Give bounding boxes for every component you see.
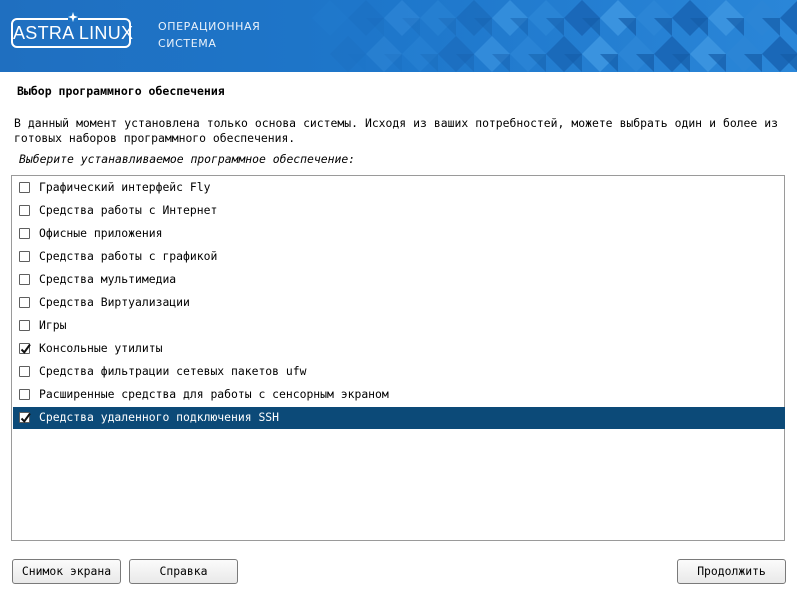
checkbox[interactable]	[19, 320, 30, 331]
dialog-prompt: Выберите устанавливаемое программное обе…	[19, 152, 356, 166]
list-item-label: Графический интерфейс Fly	[39, 180, 211, 194]
star-icon	[68, 12, 78, 22]
checkbox[interactable]	[19, 274, 30, 285]
list-item[interactable]: Средства Виртуализации	[13, 292, 785, 314]
astra-linux-logo: ASTRA LINUX	[11, 12, 134, 48]
os-subtitle-line2: СИСТЕМА	[158, 37, 217, 50]
checkbox[interactable]	[19, 228, 30, 239]
list-item-label: Игры	[39, 318, 67, 332]
list-item[interactable]: Офисные приложения	[13, 223, 785, 245]
checkbox[interactable]	[19, 412, 31, 423]
list-item[interactable]: Средства мультимедиа	[13, 269, 785, 291]
list-item-label: Расширенные средства для работы с сенсор…	[39, 387, 389, 401]
list-item[interactable]: Графический интерфейс Fly	[13, 177, 785, 199]
dialog-title: Выбор программного обеспечения	[17, 84, 225, 98]
header-banner: ASTRA LINUX ОПЕРАЦИОННАЯ СИСТЕМА	[0, 0, 797, 72]
list-item-label: Консольные утилиты	[39, 341, 163, 355]
software-listbox[interactable]: Графический интерфейс Fly Средства работы…	[11, 175, 785, 541]
list-item[interactable]: Средства работы с Интернет	[13, 200, 785, 222]
list-item-label: Средства работы с Интернет	[39, 203, 218, 217]
list-item-label: Средства Виртуализации	[39, 295, 190, 309]
list-item[interactable]: Средства работы с графикой	[13, 246, 785, 268]
checkbox[interactable]	[19, 297, 30, 308]
list-item-label: Офисные приложения	[39, 226, 163, 240]
logo-text: ASTRA LINUX	[13, 23, 134, 43]
list-item-label: Средства фильтрации сетевых пакетов ufw	[39, 364, 307, 378]
checkbox[interactable]	[19, 205, 30, 216]
checkbox[interactable]	[19, 343, 31, 354]
list-item[interactable]: Игры	[13, 315, 785, 337]
checkmark-icon	[20, 412, 31, 423]
list-item-label: Средства работы с графикой	[39, 249, 218, 263]
list-item-label: Средства мультимедиа	[39, 272, 177, 286]
continue-button[interactable]: Продолжить	[677, 559, 786, 584]
checkbox[interactable]	[19, 182, 30, 193]
list-item[interactable]: Консольные утилиты	[13, 338, 785, 360]
checkmark-icon	[20, 343, 31, 354]
checkbox[interactable]	[19, 251, 30, 262]
list-item-label: Средства удаленного подключения SSH	[39, 410, 280, 424]
checkbox[interactable]	[19, 389, 30, 400]
list-item[interactable]: Средства фильтрации сетевых пакетов ufw	[13, 361, 785, 383]
list-item[interactable]: Расширенные средства для работы с сенсор…	[13, 384, 785, 406]
list-item[interactable]: Средства удаленного подключения SSH	[13, 407, 785, 429]
checkbox[interactable]	[19, 366, 30, 377]
screenshot-button[interactable]: Снимок экрана	[12, 559, 121, 584]
help-button[interactable]: Справка	[129, 559, 238, 584]
os-subtitle-line1: ОПЕРАЦИОННАЯ	[158, 20, 261, 33]
dialog-description: В данный момент установлена только основ…	[14, 116, 778, 145]
